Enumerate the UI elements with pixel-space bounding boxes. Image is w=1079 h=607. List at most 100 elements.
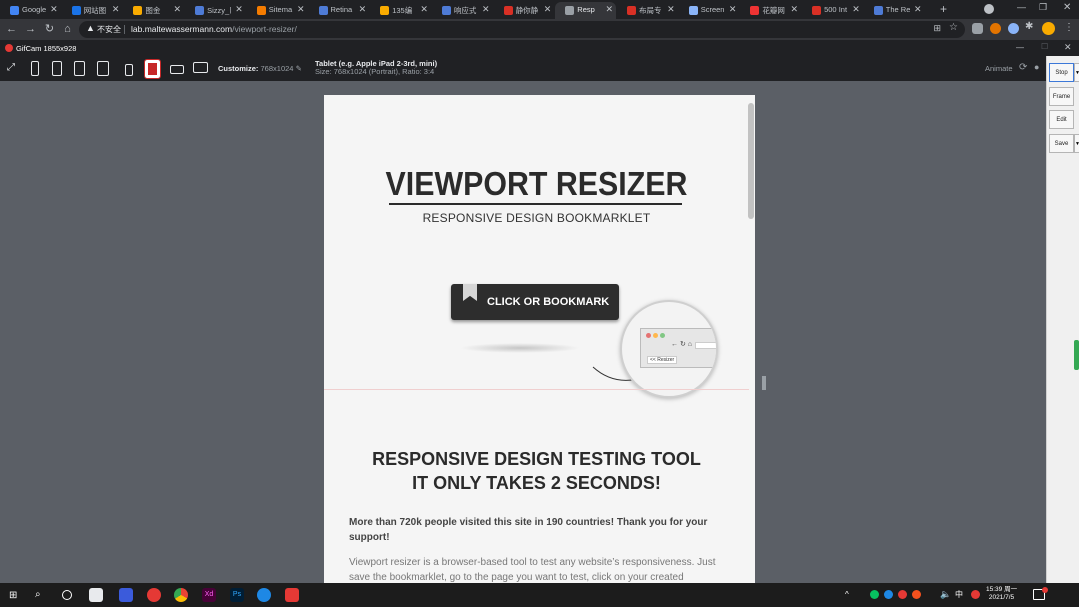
- frame-button[interactable]: Frame: [1049, 87, 1074, 106]
- cortana-icon[interactable]: [62, 590, 72, 600]
- browser-tab[interactable]: Resp ✕: [555, 2, 616, 19]
- phone-small-icon[interactable]: [31, 61, 39, 76]
- tray-icon[interactable]: [971, 590, 980, 599]
- browser-tab[interactable]: Google ✕: [0, 2, 61, 19]
- browser-tab[interactable]: 500 Int ✕: [802, 2, 863, 19]
- resize-handle[interactable]: [762, 376, 766, 390]
- tab-close-icon[interactable]: ✕: [359, 4, 367, 15]
- volume-icon[interactable]: 🔈: [940, 589, 951, 600]
- restore-icon[interactable]: ❐: [1039, 2, 1047, 13]
- tab-close-icon[interactable]: ✕: [482, 4, 490, 15]
- address-bar[interactable]: ▲ 不安全 lab.maltewassermann.com/viewport-r…: [79, 21, 965, 38]
- extension-icon[interactable]: [972, 23, 983, 34]
- browser-tab[interactable]: Retina ✕: [309, 2, 370, 19]
- browser-tab[interactable]: 响应式 ✕: [432, 2, 493, 19]
- edge-icon[interactable]: [257, 588, 271, 602]
- customize-field[interactable]: Customize: 768x1024 ✎: [218, 64, 302, 73]
- warning-icon[interactable]: ▲: [86, 23, 95, 33]
- browser-tab[interactable]: 静你静 ✕: [494, 2, 555, 19]
- tab-close-icon[interactable]: ✕: [544, 4, 552, 15]
- tab-close-icon[interactable]: ✕: [50, 4, 58, 15]
- app-icon[interactable]: [89, 588, 103, 602]
- tab-close-icon[interactable]: ✕: [605, 4, 613, 15]
- translate-icon[interactable]: ⊞: [933, 23, 941, 34]
- stop-button[interactable]: Stop: [1049, 63, 1074, 82]
- tray-icon[interactable]: [884, 590, 893, 599]
- tab-close-icon[interactable]: ✕: [420, 4, 428, 15]
- home-icon[interactable]: ⌂: [60, 22, 75, 37]
- tab-close-icon[interactable]: ✕: [914, 4, 922, 15]
- scrollbar[interactable]: [748, 103, 754, 219]
- browser-tab[interactable]: Sitema ✕: [247, 2, 308, 19]
- menu-icon[interactable]: ⋮: [1064, 22, 1074, 33]
- extension-icon[interactable]: [1008, 23, 1019, 34]
- tab-close-icon[interactable]: ✕: [852, 4, 860, 15]
- emulated-viewport[interactable]: VIEWPORT RESIZER RESPONSIVE DESIGN BOOKM…: [324, 95, 755, 583]
- close-window-icon[interactable]: ✕: [1063, 2, 1071, 13]
- phone-icon[interactable]: [52, 61, 62, 76]
- back-icon[interactable]: ←: [4, 22, 19, 37]
- star-icon[interactable]: ☆: [949, 22, 958, 33]
- edit-icon[interactable]: ✎: [296, 64, 302, 73]
- fullscreen-icon[interactable]: ⤢: [7, 62, 15, 73]
- save-button[interactable]: Save: [1049, 134, 1074, 153]
- desktop-icon[interactable]: [193, 62, 208, 73]
- browser-tab[interactable]: Sizzy_巨 ✕: [185, 2, 246, 19]
- browser-tab[interactable]: Screen ✕: [679, 2, 740, 19]
- tray-chevron-icon[interactable]: ^: [845, 590, 849, 599]
- save-dropdown-icon[interactable]: ▼: [1074, 134, 1079, 153]
- tablet-icon-selected[interactable]: [144, 59, 161, 79]
- stop-dropdown-icon[interactable]: ▼: [1074, 63, 1079, 82]
- rotate-icon[interactable]: ⟳: [1019, 62, 1027, 73]
- tab-close-icon[interactable]: ✕: [174, 4, 182, 15]
- tab-close-icon[interactable]: ✕: [791, 4, 799, 15]
- netease-music-icon[interactable]: [147, 588, 161, 602]
- browser-tab[interactable]: 图金 ✕: [123, 2, 184, 19]
- tab-close-icon[interactable]: ✕: [235, 4, 243, 15]
- search-icon[interactable]: ⌕: [35, 589, 41, 600]
- edit-button[interactable]: Edit: [1049, 110, 1074, 129]
- phablet-icon[interactable]: [97, 61, 109, 76]
- gifcam-close-icon[interactable]: ✕: [1064, 42, 1072, 53]
- drop-icon[interactable]: ●: [1034, 62, 1039, 72]
- laptop-icon[interactable]: [170, 65, 184, 74]
- bookmark-button[interactable]: CLICK OR BOOKMARK: [451, 284, 619, 320]
- avatar[interactable]: [1042, 22, 1055, 35]
- tab-close-icon[interactable]: ✕: [112, 4, 120, 15]
- app-icon[interactable]: [119, 588, 133, 602]
- gifcam-minimize-icon[interactable]: —: [1016, 43, 1024, 52]
- chrome-icon[interactable]: [174, 588, 188, 602]
- tab-close-icon[interactable]: ✕: [667, 4, 675, 15]
- phone-large-icon[interactable]: [74, 61, 85, 76]
- ime-indicator[interactable]: 中: [955, 589, 963, 600]
- small-tablet-icon[interactable]: [125, 64, 133, 76]
- customize-value[interactable]: 768x1024: [261, 64, 294, 73]
- browser-tab[interactable]: 135编 ✕: [370, 2, 431, 19]
- browser-tab[interactable]: The Re ✕: [864, 2, 925, 19]
- reload-icon[interactable]: ↻: [42, 22, 57, 37]
- tab-close-icon[interactable]: ✕: [297, 4, 305, 15]
- clock[interactable]: 15:39 周一 2021/7/5: [986, 586, 1017, 602]
- gifcam-taskbar-icon[interactable]: [285, 588, 299, 602]
- wechat-icon[interactable]: [870, 590, 879, 599]
- tab-favicon-icon: [688, 6, 698, 15]
- animate-toggle[interactable]: Animate: [985, 64, 1013, 73]
- windows-start-icon[interactable]: ⊞: [9, 590, 17, 601]
- profile-circle-icon[interactable]: [984, 4, 994, 14]
- url-text[interactable]: lab.maltewassermann.com/viewport-resizer…: [131, 24, 297, 34]
- adobe-xd-icon[interactable]: Xd: [202, 588, 216, 602]
- gifcam-maximize-icon[interactable]: ☐: [1041, 42, 1048, 51]
- extension-icon[interactable]: [990, 23, 1001, 34]
- insecure-label[interactable]: 不安全: [97, 24, 121, 35]
- browser-tab[interactable]: 布局专 ✕: [617, 2, 678, 19]
- tray-icon[interactable]: [912, 590, 921, 599]
- new-tab-button[interactable]: +: [940, 2, 947, 16]
- tab-close-icon[interactable]: ✕: [729, 4, 737, 15]
- tray-icon[interactable]: [898, 590, 907, 599]
- forward-icon[interactable]: →: [23, 22, 38, 37]
- puzzle-icon[interactable]: ✱: [1025, 21, 1036, 32]
- browser-tab[interactable]: 花瓣网 ✕: [740, 2, 801, 19]
- photoshop-icon[interactable]: Ps: [230, 588, 244, 602]
- minimize-icon[interactable]: —: [1017, 2, 1026, 12]
- browser-tab[interactable]: 网站图 ✕: [62, 2, 123, 19]
